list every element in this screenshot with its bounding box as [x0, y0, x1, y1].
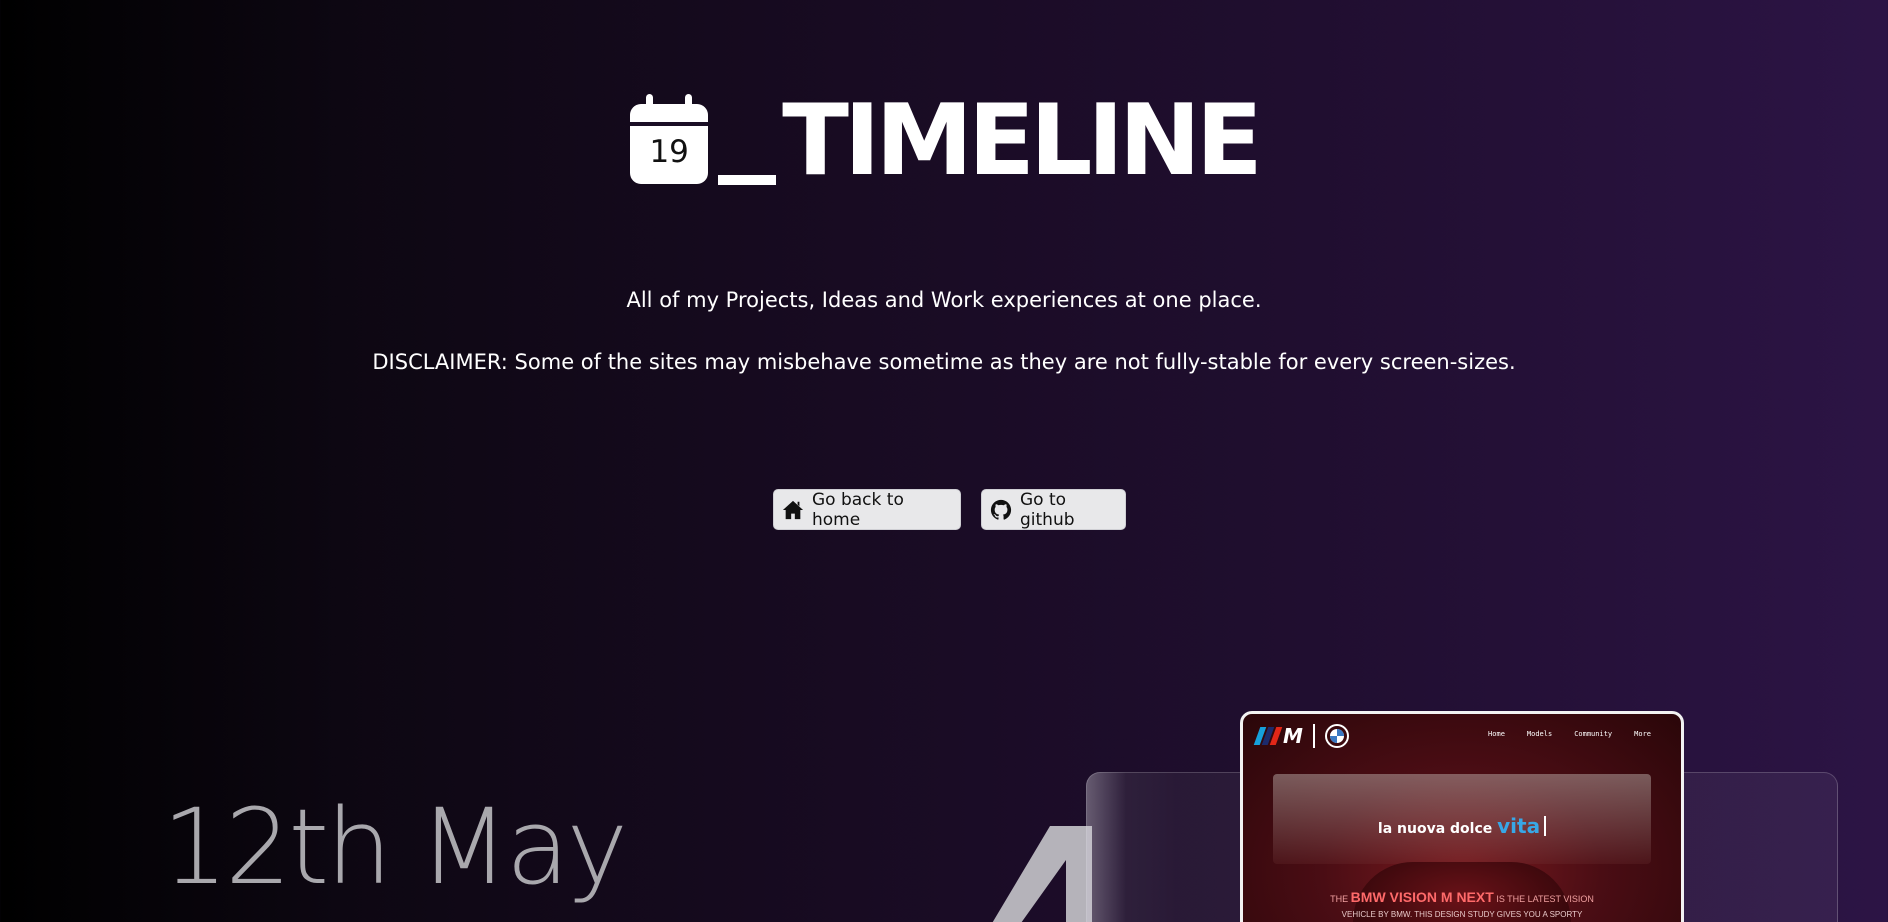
preview-tagline: la nuova dolce vita — [1243, 814, 1681, 838]
house-icon — [782, 499, 804, 521]
preview-subline: vehicle by BMW. This design study gives … — [1341, 910, 1583, 919]
go-home-button[interactable]: Go back to home — [773, 489, 961, 530]
intro-text: All of my Projects, Ideas and Work exper… — [626, 288, 1262, 312]
page-title: 19 TIMELINE — [0, 92, 1888, 190]
text-cursor — [1544, 816, 1547, 836]
m-stripes: M — [1253, 724, 1303, 748]
preview-nav-models: Models — [1526, 730, 1553, 738]
card-fade — [1086, 772, 1126, 922]
calendar-icon: 19 — [630, 94, 709, 184]
go-github-label: Go to github — [1020, 489, 1075, 530]
headline-post: is the latest vision — [1496, 894, 1594, 904]
go-home-label: Go back to home — [812, 489, 904, 530]
preview-nav: Home Models Community More — [1488, 730, 1651, 738]
timeline-date: 12th May — [162, 786, 628, 908]
preview-nav-home: Home — [1488, 730, 1505, 738]
preview-nav-community: Community — [1574, 730, 1613, 738]
project-preview-image[interactable]: M Home Models Community More la nuova do… — [1240, 711, 1684, 922]
preview-headline: The BMW VISION M NEXT is the latest visi… — [1243, 889, 1681, 905]
action-buttons: Go back to home Go to github — [773, 489, 1126, 530]
logo-divider — [1312, 724, 1315, 748]
headline-highlight: BMW VISION M NEXT — [1350, 889, 1494, 905]
calendar-day: 19 — [649, 134, 689, 170]
title-text: TIMELINE — [782, 84, 1263, 198]
bmw-m-logo: M — [1253, 724, 1349, 748]
disclaimer-text: DISCLAIMER: Some of the sites may misbeh… — [372, 350, 1516, 374]
tagline-accent: vita — [1497, 814, 1541, 838]
headline-pre: The — [1330, 894, 1349, 904]
tagline-prefix: la nuova dolce — [1377, 821, 1493, 837]
github-icon — [990, 499, 1012, 521]
timeline-page: 19 TIMELINE All of my Projects, Ideas an… — [0, 0, 1888, 922]
title-underscore — [718, 175, 777, 185]
preview-nav-more: More — [1634, 730, 1651, 738]
m-letter: M — [1283, 724, 1303, 748]
bmw-roundel-icon — [1324, 724, 1349, 748]
go-github-button[interactable]: Go to github — [981, 489, 1126, 530]
